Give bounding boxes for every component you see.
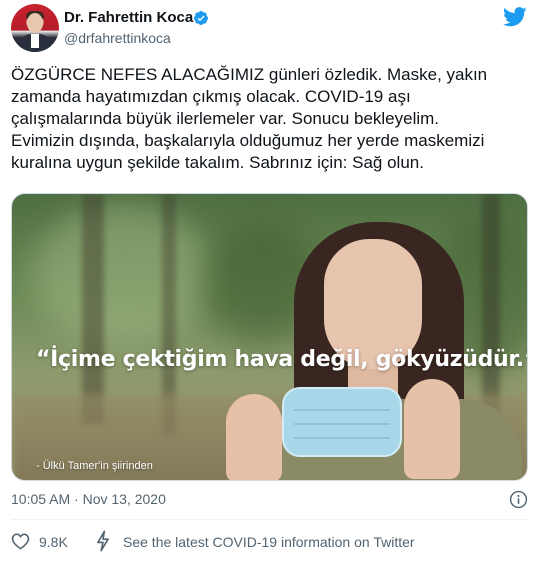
author-handle[interactable]: @drfahrettinkoca: [64, 30, 171, 46]
media-credit-text: - Ülkü Tamer'in şiirinden: [36, 460, 153, 472]
twitter-bird-icon[interactable]: [503, 7, 527, 27]
covid-info-link[interactable]: See the latest COVID-19 information on T…: [123, 534, 415, 550]
info-icon[interactable]: [509, 490, 528, 509]
tweet-card: Dr. Fahrettin Koca @drfahrettinkoca ÖZGÜ…: [0, 0, 539, 564]
face-mask: [282, 387, 402, 457]
avatar[interactable]: [11, 4, 59, 52]
verified-badge-icon: [193, 11, 208, 25]
heart-icon[interactable]: [11, 532, 30, 550]
tweet-text: ÖZGÜRCE NEFES ALACAĞIMIZ günleri özledik…: [11, 65, 488, 172]
tweet-timestamp[interactable]: 10:05 AM · Nov 13, 2020: [11, 491, 166, 507]
media-quote-text: “İçime çektiğim hava değil, gökyüzüdür.”: [36, 347, 528, 372]
tweet-media-image[interactable]: “İçime çektiğim hava değil, gökyüzüdür.”…: [11, 193, 528, 481]
lightning-bolt-icon[interactable]: [95, 530, 111, 552]
like-count[interactable]: 9.8K: [39, 534, 68, 550]
author-display-name[interactable]: Dr. Fahrettin Koca: [64, 9, 193, 26]
footer-divider: [11, 519, 528, 520]
